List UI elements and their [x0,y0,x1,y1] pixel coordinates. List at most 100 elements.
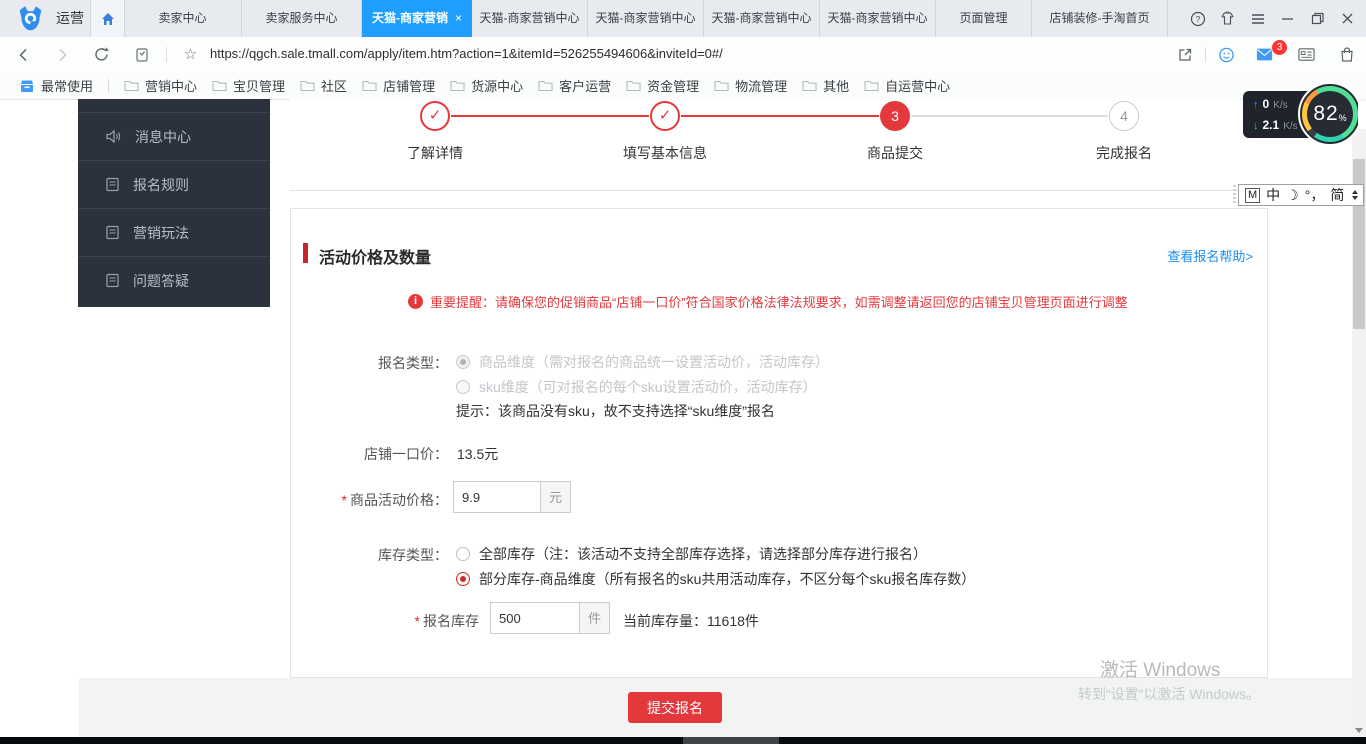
mail-badge: 3 [1272,40,1287,55]
radio-all-stock[interactable] [456,547,470,561]
window-controls: ? [1189,0,1362,37]
stock-type-label: 库存类型： [291,545,448,565]
step-circle-2: ✓ [650,101,680,131]
minimize-icon[interactable] [1279,10,1296,27]
bookmark-folder-selfrun[interactable]: 自运营中心 [864,76,950,95]
refresh-icon[interactable] [93,46,110,63]
notes-icon[interactable] [1298,46,1315,63]
list-price-label: 店铺一口价： [291,444,448,464]
ime-shape-icon[interactable]: ☽ [1286,187,1299,204]
folder-icon [538,79,553,92]
radio-product-dimension [456,355,470,369]
back-icon[interactable] [15,46,32,63]
bag-icon[interactable] [1338,46,1355,63]
bookmark-folder-other[interactable]: 其他 [802,76,849,95]
forward-icon[interactable] [53,46,70,63]
speaker-icon [105,129,122,144]
tab-seller-center[interactable]: 卖家中心 [124,0,242,37]
radio-sku-dimension [456,380,470,394]
ime-lang-toggle[interactable]: 中 [1266,185,1280,205]
sidebar-item-apply-rules[interactable]: 报名规则 [78,160,270,208]
ime-punct-toggle[interactable]: °， [1305,185,1325,205]
activity-price-panel: 活动价格及数量 查看报名帮助> i 重要提醒：请确保您的促销商品“店铺一口价”符… [290,208,1268,678]
sidebar-item-label: 报名规则 [133,175,189,195]
menu-icon[interactable] [1249,10,1266,27]
restore-icon[interactable] [1309,10,1326,27]
ime-charset-toggle[interactable]: 简 [1330,185,1344,205]
tab-tmall-marketing-center-4[interactable]: 天猫-商家营销中心 [820,0,936,37]
folder-icon [864,79,879,92]
bookmark-star-icon[interactable]: ☆ [182,46,199,63]
tab-shop-decoration[interactable]: 店铺装修-手淘首页 [1032,0,1168,37]
bookmark-label: 其他 [823,76,849,95]
logo-label: 运营 [56,0,84,37]
theme-shirt-icon[interactable] [1219,10,1236,27]
option-label: 全部库存（注：该活动不支持全部库存选择，请选择部分库存进行报名） [479,544,927,564]
help-link[interactable]: 查看报名帮助> [1167,246,1253,265]
bookmark-folder-funds[interactable]: 资金管理 [626,76,699,95]
tab-page-management[interactable]: 页面管理 [936,0,1032,37]
sidebar-item-marketing-play[interactable]: 营销玩法 [78,208,270,256]
bookmark-folder-customer[interactable]: 客户运营 [538,76,611,95]
folder-icon [212,79,227,92]
bookmark-label: 货源中心 [471,76,523,95]
taskbar-strip [0,737,1366,744]
reader-badge-icon[interactable] [133,46,150,63]
tab-tmall-marketing-center-1[interactable]: 天猫-商家营销中心 [472,0,588,37]
bookmark-folder-logistics[interactable]: 物流管理 [714,76,787,95]
apply-type-option-product: 商品维度（需对报名的商品统一设置活动价，活动库存） [456,352,829,372]
current-stock-text: 当前库存量：11618件 [623,611,759,631]
stock-count-input[interactable] [490,602,580,634]
ime-expand-icon[interactable] [1352,190,1358,200]
activity-price-group: 元 [453,481,571,513]
download-unit: K/s [1283,121,1297,132]
external-link-icon[interactable] [1176,46,1193,63]
scrollbar-down-arrow[interactable] [1355,728,1363,733]
tab-tmall-marketing-center-2[interactable]: 天猫-商家营销中心 [588,0,704,37]
doc-icon [105,225,120,240]
bookmark-label: 社区 [321,76,347,95]
activity-price-input[interactable] [453,481,541,513]
mail-icon[interactable] [1256,46,1273,63]
gauge-unit: % [1339,113,1347,123]
stock-count-group: 件 [490,602,610,634]
bookmark-folder-supply[interactable]: 货源中心 [450,76,523,95]
upload-speed: 0 [1263,97,1270,111]
tab-close-icon[interactable]: × [455,11,462,25]
help-circle-icon[interactable]: ? [1189,10,1206,27]
bookmark-folder-community[interactable]: 社区 [300,76,347,95]
edge-panel-notch[interactable] [1358,101,1366,129]
home-tab[interactable] [90,0,125,37]
bookmark-label: 自运营中心 [885,76,950,95]
ime-input-mode[interactable]: M [1245,188,1260,203]
warning-text: 重要提醒：请确保您的促销商品“店铺一口价”符合国家价格法律法规要求，如需调整请返… [430,292,1128,311]
radio-partial-stock[interactable] [456,572,470,586]
bookmark-folder-shop[interactable]: 店铺管理 [362,76,435,95]
address-url[interactable]: https://qgch.sale.tmall.com/apply/item.h… [210,37,723,71]
step-connector [911,115,1108,117]
step-connector [451,115,649,117]
option-label: 部分库存-商品维度（所有报名的sku共用活动库存，不区分每个sku报名库存数） [479,569,975,589]
ime-drag-handle[interactable] [1233,185,1236,204]
progress-steps: ✓ ✓ 3 4 了解详情 填写基本信息 商品提交 完成报名 [290,99,1240,191]
resource-gauge[interactable]: 82 % [1298,82,1362,146]
sidebar-item-message-center[interactable]: 消息中心 [78,112,270,160]
tab-seller-service[interactable]: 卖家服务中心 [242,0,362,37]
folder-icon [362,79,377,92]
ime-bar: M 中 ☽ °， 简 [1238,184,1364,206]
close-icon[interactable] [1339,10,1356,27]
bookmark-folder-marketing[interactable]: 营销中心 [124,76,197,95]
apply-type-tip: 提示：该商品没有sku，故不支持选择“sku维度”报名 [456,401,775,421]
tab-tmall-marketing-center-3[interactable]: 天猫-商家营销中心 [704,0,820,37]
most-used-button[interactable]: 最常使用 [20,76,93,95]
most-used-icon [20,79,34,93]
sidebar-item-faq[interactable]: 问题答疑 [78,256,270,304]
sidebar-item-label: 营销玩法 [133,223,189,243]
download-speed: 2.1 [1263,118,1280,132]
account-icon[interactable] [1218,46,1235,63]
submit-button[interactable]: 提交报名 [628,692,722,723]
apply-type-label: 报名类型： [291,353,448,373]
bookmark-folder-items[interactable]: 宝贝管理 [212,76,285,95]
tab-tmall-marketing-active[interactable]: 天猫-商家营销× [362,0,472,37]
watermark-line2: 转到“设置”以激活 Windows。 [1078,684,1260,704]
